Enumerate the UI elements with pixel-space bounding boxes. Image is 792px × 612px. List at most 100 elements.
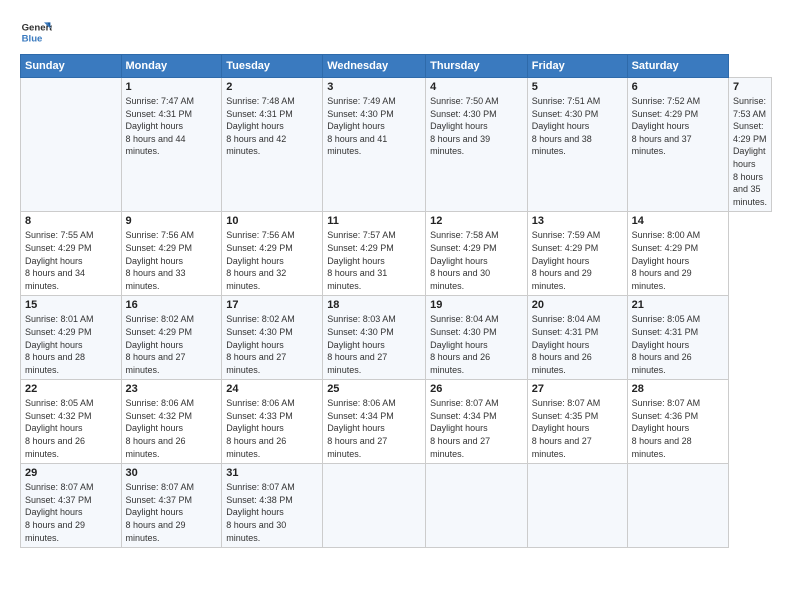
calendar-cell: 9 Sunrise: 7:56 AMSunset: 4:29 PMDaylight…: [121, 212, 222, 296]
day-number: 22: [25, 383, 117, 395]
day-number: 11: [327, 215, 421, 227]
day-number: 27: [532, 383, 623, 395]
logo: General Blue: [20, 16, 56, 48]
day-detail: Sunrise: 8:05 AMSunset: 4:31 PMDaylight …: [632, 313, 724, 376]
calendar-cell: 5 Sunrise: 7:51 AMSunset: 4:30 PMDaylight…: [527, 78, 627, 212]
calendar-week-2: 8Sunrise: 7:55 AMSunset: 4:29 PMDaylight…: [21, 212, 772, 296]
day-number: 25: [327, 383, 421, 395]
day-detail: Sunrise: 8:03 AMSunset: 4:30 PMDaylight …: [327, 313, 421, 376]
day-detail: Sunrise: 7:58 AMSunset: 4:29 PMDaylight …: [430, 229, 523, 292]
day-detail: Sunrise: 7:56 AMSunset: 4:29 PMDaylight …: [226, 229, 318, 292]
day-number: 7: [733, 81, 767, 93]
day-number: 14: [632, 215, 724, 227]
calendar-cell: 19Sunrise: 8:04 AMSunset: 4:30 PMDayligh…: [426, 296, 528, 380]
day-number: 12: [430, 215, 523, 227]
day-detail: Sunrise: 7:59 AMSunset: 4:29 PMDaylight …: [532, 229, 623, 292]
day-number: 2: [226, 81, 318, 93]
day-detail: Sunrise: 7:55 AMSunset: 4:29 PMDaylight …: [25, 229, 117, 292]
calendar-cell: 27 Sunrise: 8:07 AMSunset: 4:35 PMDayligh…: [527, 380, 627, 464]
day-number: 29: [25, 467, 117, 479]
day-number: 16: [126, 299, 218, 311]
day-number: 6: [632, 81, 724, 93]
column-header-monday: Monday: [121, 55, 222, 78]
calendar-cell: 31 Sunrise: 8:07 AMSunset: 4:38 PMDayligh…: [222, 464, 323, 548]
calendar-cell: 13 Sunrise: 7:59 AMSunset: 4:29 PMDayligh…: [527, 212, 627, 296]
header-row: General Blue: [20, 16, 772, 48]
day-detail: Sunrise: 7:53 AMSunset: 4:29 PMDaylight …: [733, 95, 767, 208]
calendar-week-4: 22 Sunrise: 8:05 AMSunset: 4:32 PMDayligh…: [21, 380, 772, 464]
day-detail: Sunrise: 8:07 AMSunset: 4:37 PMDaylight …: [126, 481, 218, 544]
day-number: 18: [327, 299, 421, 311]
day-number: 20: [532, 299, 623, 311]
calendar-week-1: 1Sunrise: 7:47 AMSunset: 4:31 PMDaylight…: [21, 78, 772, 212]
day-detail: Sunrise: 8:00 AMSunset: 4:29 PMDaylight …: [632, 229, 724, 292]
calendar-cell: [627, 464, 728, 548]
day-number: 23: [126, 383, 218, 395]
calendar-cell: 24 Sunrise: 8:06 AMSunset: 4:33 PMDayligh…: [222, 380, 323, 464]
day-detail: Sunrise: 7:51 AMSunset: 4:30 PMDaylight …: [532, 95, 623, 158]
calendar-cell: 11 Sunrise: 7:57 AMSunset: 4:29 PMDayligh…: [323, 212, 426, 296]
calendar-table: SundayMondayTuesdayWednesdayThursdayFrid…: [20, 54, 772, 548]
column-header-tuesday: Tuesday: [222, 55, 323, 78]
calendar-cell: 6 Sunrise: 7:52 AMSunset: 4:29 PMDaylight…: [627, 78, 728, 212]
column-header-friday: Friday: [527, 55, 627, 78]
day-detail: Sunrise: 7:47 AMSunset: 4:31 PMDaylight …: [126, 95, 218, 158]
day-number: 13: [532, 215, 623, 227]
logo-icon: General Blue: [20, 16, 52, 48]
calendar-cell: 28Sunrise: 8:07 AMSunset: 4:36 PMDayligh…: [627, 380, 728, 464]
calendar-cell: 3Sunrise: 7:49 AMSunset: 4:30 PMDaylight…: [323, 78, 426, 212]
day-number: 9: [126, 215, 218, 227]
calendar-cell: 12 Sunrise: 7:58 AMSunset: 4:29 PMDayligh…: [426, 212, 528, 296]
calendar-cell: [323, 464, 426, 548]
calendar-cell: 26 Sunrise: 8:07 AMSunset: 4:34 PMDayligh…: [426, 380, 528, 464]
day-detail: Sunrise: 7:48 AMSunset: 4:31 PMDaylight …: [226, 95, 318, 158]
page-container: General Blue SundayMondayTuesdayWednesda…: [0, 0, 792, 558]
svg-text:Blue: Blue: [22, 34, 43, 45]
calendar-cell: [426, 464, 528, 548]
day-detail: Sunrise: 8:05 AMSunset: 4:32 PMDaylight …: [25, 397, 117, 460]
day-number: 26: [430, 383, 523, 395]
calendar-cell: 20 Sunrise: 8:04 AMSunset: 4:31 PMDayligh…: [527, 296, 627, 380]
day-detail: Sunrise: 8:02 AMSunset: 4:30 PMDaylight …: [226, 313, 318, 376]
day-number: 19: [430, 299, 523, 311]
day-number: 15: [25, 299, 117, 311]
column-header-wednesday: Wednesday: [323, 55, 426, 78]
day-detail: Sunrise: 8:07 AMSunset: 4:38 PMDaylight …: [226, 481, 318, 544]
column-header-thursday: Thursday: [426, 55, 528, 78]
day-detail: Sunrise: 7:49 AMSunset: 4:30 PMDaylight …: [327, 95, 421, 158]
day-number: 24: [226, 383, 318, 395]
calendar-cell: [527, 464, 627, 548]
day-detail: Sunrise: 7:57 AMSunset: 4:29 PMDaylight …: [327, 229, 421, 292]
calendar-cell: 23Sunrise: 8:06 AMSunset: 4:32 PMDayligh…: [121, 380, 222, 464]
calendar-week-5: 29 Sunrise: 8:07 AMSunset: 4:37 PMDayligh…: [21, 464, 772, 548]
day-detail: Sunrise: 8:07 AMSunset: 4:34 PMDaylight …: [430, 397, 523, 460]
calendar-cell: 15Sunrise: 8:01 AMSunset: 4:29 PMDayligh…: [21, 296, 122, 380]
day-number: 10: [226, 215, 318, 227]
day-number: 28: [632, 383, 724, 395]
calendar-cell: 25 Sunrise: 8:06 AMSunset: 4:34 PMDayligh…: [323, 380, 426, 464]
calendar-cell: 8Sunrise: 7:55 AMSunset: 4:29 PMDaylight…: [21, 212, 122, 296]
day-number: 5: [532, 81, 623, 93]
day-detail: Sunrise: 7:52 AMSunset: 4:29 PMDaylight …: [632, 95, 724, 158]
calendar-cell: 1Sunrise: 7:47 AMSunset: 4:31 PMDaylight…: [121, 78, 222, 212]
day-detail: Sunrise: 8:07 AMSunset: 4:37 PMDaylight …: [25, 481, 117, 544]
calendar-cell: 10 Sunrise: 7:56 AMSunset: 4:29 PMDayligh…: [222, 212, 323, 296]
day-number: 4: [430, 81, 523, 93]
day-detail: Sunrise: 8:06 AMSunset: 4:34 PMDaylight …: [327, 397, 421, 460]
calendar-cell: 29 Sunrise: 8:07 AMSunset: 4:37 PMDayligh…: [21, 464, 122, 548]
calendar-week-3: 15Sunrise: 8:01 AMSunset: 4:29 PMDayligh…: [21, 296, 772, 380]
calendar-cell: 2 Sunrise: 7:48 AMSunset: 4:31 PMDaylight…: [222, 78, 323, 212]
calendar-cell: 30 Sunrise: 8:07 AMSunset: 4:37 PMDayligh…: [121, 464, 222, 548]
day-detail: Sunrise: 8:04 AMSunset: 4:31 PMDaylight …: [532, 313, 623, 376]
day-detail: Sunrise: 8:07 AMSunset: 4:35 PMDaylight …: [532, 397, 623, 460]
calendar-cell: 21Sunrise: 8:05 AMSunset: 4:31 PMDayligh…: [627, 296, 728, 380]
day-detail: Sunrise: 7:56 AMSunset: 4:29 PMDaylight …: [126, 229, 218, 292]
calendar-cell: 14 Sunrise: 8:00 AMSunset: 4:29 PMDayligh…: [627, 212, 728, 296]
calendar-header-row: SundayMondayTuesdayWednesdayThursdayFrid…: [21, 55, 772, 78]
day-number: 31: [226, 467, 318, 479]
column-header-saturday: Saturday: [627, 55, 728, 78]
day-number: 30: [126, 467, 218, 479]
calendar-cell: 22 Sunrise: 8:05 AMSunset: 4:32 PMDayligh…: [21, 380, 122, 464]
day-detail: Sunrise: 8:06 AMSunset: 4:33 PMDaylight …: [226, 397, 318, 460]
day-detail: Sunrise: 8:02 AMSunset: 4:29 PMDaylight …: [126, 313, 218, 376]
